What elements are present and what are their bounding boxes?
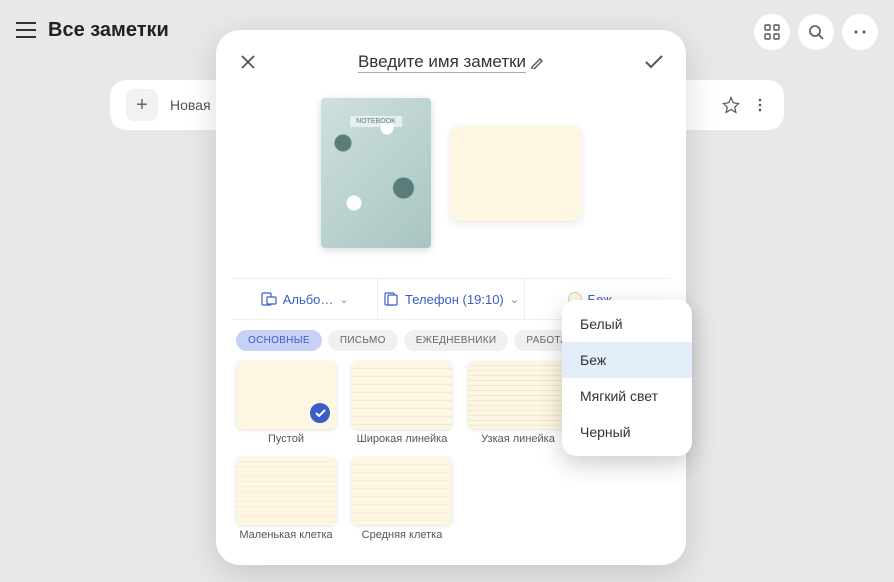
topbar-actions [754,14,878,50]
template-item[interactable]: Пустой [236,361,336,445]
dropdown-option[interactable]: Черный [562,414,692,450]
template-item[interactable]: Широкая линейка [352,361,452,445]
template-item[interactable]: Средняя клетка [352,457,452,541]
card-actions [722,96,768,114]
template-label: Маленькая клетка [236,529,336,541]
pencil-icon [530,55,544,69]
search-button[interactable] [798,14,834,50]
orientation-icon [261,291,277,307]
modal-header: Введите имя заметки [232,46,670,78]
note-title-input[interactable]: Введите имя заметки [358,52,544,73]
new-note-label: Новая [170,97,211,113]
template-label: Широкая линейка [352,433,452,445]
template-item[interactable]: Маленькая клетка [236,457,336,541]
template-thumb [468,361,568,429]
category-tab[interactable]: ОСНОВНЫЕ [236,330,322,351]
orientation-value: Альбо… [283,292,334,307]
category-tab[interactable]: ЕЖЕДНЕВНИКИ [404,330,509,351]
orientation-select[interactable]: Альбо… ⌄ [232,279,378,319]
template-thumb [352,457,452,525]
chevron-down-icon: ⌄ [339,293,348,306]
template-label: Пустой [236,433,336,445]
more-button[interactable] [842,14,878,50]
close-button[interactable] [232,46,264,78]
color-dropdown: БелыйБежМягкий светЧерный [562,300,692,456]
template-thumb [236,361,336,429]
plus-icon: + [126,89,158,121]
ratio-value: Телефон (19:10) [405,292,504,307]
page-title: Все заметки [48,19,169,42]
star-icon[interactable] [722,96,740,114]
template-item[interactable]: Узкая линейка [468,361,568,445]
dropdown-option[interactable]: Белый [562,306,692,342]
cover-label: NOTEBOOK [350,116,402,127]
kebab-icon[interactable] [752,97,768,113]
template-label: Средняя клетка [352,529,452,541]
template-thumb [236,457,336,525]
template-thumb [352,361,452,429]
ratio-select[interactable]: Телефон (19:10) ⌄ [378,279,524,319]
confirm-button[interactable] [638,46,670,78]
new-note-modal: Введите имя заметки NOTEBOOK Альбо… ⌄ Те… [216,30,686,565]
category-tab[interactable]: ПИСЬМО [328,330,398,351]
grid-view-button[interactable] [754,14,790,50]
dropdown-option[interactable]: Беж [562,342,692,378]
note-title-placeholder: Введите имя заметки [358,52,526,73]
preview-row: NOTEBOOK [232,78,670,278]
selected-check-icon [310,403,330,423]
page-preview[interactable] [451,126,581,221]
cover-preview[interactable]: NOTEBOOK [321,98,431,248]
menu-button[interactable] [16,22,36,38]
template-label: Узкая линейка [468,433,568,445]
ratio-icon [383,291,399,307]
chevron-down-icon: ⌄ [510,293,519,306]
dropdown-option[interactable]: Мягкий свет [562,378,692,414]
